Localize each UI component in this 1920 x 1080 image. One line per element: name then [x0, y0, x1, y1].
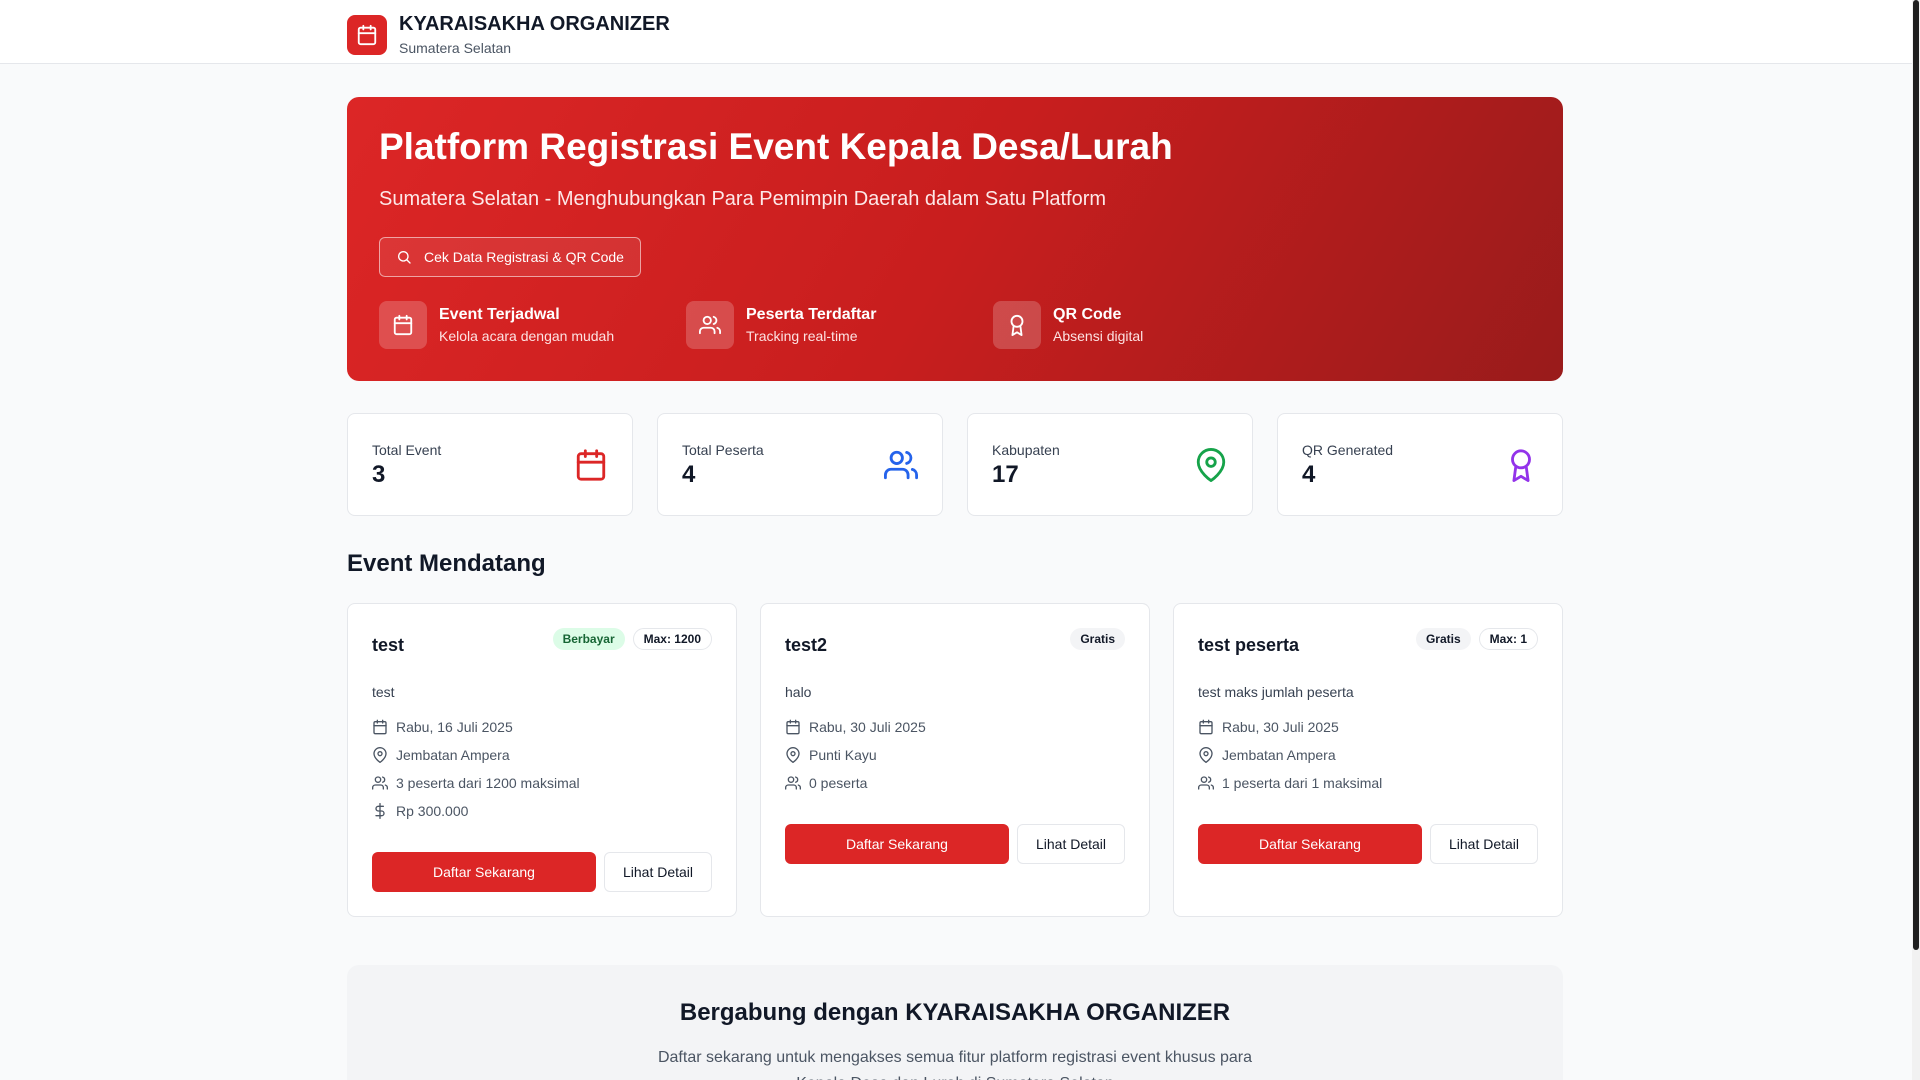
stat-value: 4 — [1302, 461, 1316, 488]
event-title: test2 — [785, 635, 828, 655]
event-participants-text: 1 peserta dari 1 maksimal — [1222, 775, 1383, 791]
event-desc: halo — [785, 684, 812, 700]
join-title: Bergabung dengan KYARAISAKHA ORGANIZER — [679, 999, 1231, 1026]
map-pin-icon — [1199, 747, 1213, 763]
register-button[interactable]: Daftar Sekarang — [372, 852, 596, 892]
register-button[interactable]: Daftar Sekarang — [785, 824, 1009, 864]
event-location-text: Punti Kayu — [809, 747, 877, 763]
event-participants-text: 0 peserta — [809, 775, 868, 791]
stat-kabupaten: Kabupaten 17 — [967, 413, 1253, 516]
page: KYARAISAKHA ORGANIZER Sumatera Selatan P… — [0, 0, 1920, 1080]
event-date-text: Rabu, 30 Juli 2025 — [1222, 719, 1339, 735]
hero-subtitle: Sumatera Selatan - Menghubungkan Para Pe… — [379, 188, 1107, 210]
feature-title: Event Terjadwal — [439, 306, 560, 323]
stat-label: Total Event — [372, 442, 442, 458]
search-icon — [398, 250, 411, 264]
check-registration-button[interactable]: Cek Data Registrasi & QR Code — [379, 237, 641, 277]
event-date: Rabu, 30 Juli 2025 — [1198, 717, 1339, 737]
price-badge: Gratis — [1070, 628, 1125, 650]
map-pin-icon — [373, 747, 387, 763]
event-location: Jembatan Ampera — [1198, 745, 1336, 765]
feature-desc: Tracking real-time — [746, 328, 858, 344]
event-price-text: Rp 300.000 — [396, 803, 469, 819]
users-icon — [372, 776, 388, 790]
award-icon — [993, 301, 1041, 349]
event-participants-text: 3 peserta dari 1200 maksimal — [396, 775, 580, 791]
events-section-title: Event Mendatang — [347, 550, 546, 577]
stat-total-event: Total Event 3 — [347, 413, 633, 516]
join-section: Bergabung dengan KYARAISAKHA ORGANIZER D… — [347, 965, 1563, 1080]
event-price: Rp 300.000 — [372, 801, 468, 821]
feature-desc: Kelola acara dengan mudah — [439, 328, 615, 344]
price-badge: Berbayar — [552, 628, 625, 650]
scrollbar-thumb[interactable] — [1913, 0, 1919, 950]
feature-title: Peserta Terdaftar — [746, 306, 877, 323]
calendar-icon — [576, 449, 606, 481]
feature-peserta-terdaftar: Peserta Terdaftar Tracking real-time — [686, 301, 993, 349]
feature-desc: Absensi digital — [1053, 328, 1144, 344]
event-date: Rabu, 16 Juli 2025 — [372, 717, 513, 737]
brand-subtitle: Sumatera Selatan — [399, 40, 512, 56]
view-detail-button[interactable]: Lihat Detail — [1017, 824, 1125, 864]
event-location: Punti Kayu — [785, 745, 877, 765]
view-detail-button[interactable]: Lihat Detail — [1430, 824, 1538, 864]
event-date-text: Rabu, 30 Juli 2025 — [809, 719, 926, 735]
map-pin-icon — [786, 747, 800, 763]
users-icon — [686, 301, 734, 349]
stat-label: QR Generated — [1302, 442, 1394, 458]
price-badge: Gratis — [1415, 628, 1471, 650]
event-title: test — [372, 635, 405, 655]
users-icon — [1198, 776, 1214, 790]
event-card: test Berbayar Max: 1200 test Rabu, 16 Ju… — [347, 603, 737, 917]
register-button[interactable]: Daftar Sekarang — [1198, 824, 1422, 864]
brand[interactable]: KYARAISAKHA ORGANIZER Sumatera Selatan — [347, 12, 670, 58]
stat-label: Kabupaten — [992, 442, 1060, 458]
map-pin-icon — [1196, 448, 1226, 482]
event-participants: 1 peserta dari 1 maksimal — [1198, 773, 1382, 793]
feature-event-terjadwal: Event Terjadwal Kelola acara dengan muda… — [379, 301, 686, 349]
check-registration-label: Cek Data Registrasi & QR Code — [424, 249, 624, 265]
calendar-icon — [1199, 719, 1213, 735]
event-card: test2 Gratis halo Rabu, 30 Juli 2025 Pun… — [760, 603, 1150, 917]
event-participants: 0 peserta — [785, 773, 867, 793]
event-card: test peserta Gratis Max: 1 test maks jum… — [1173, 603, 1563, 917]
event-participants: 3 peserta dari 1200 maksimal — [372, 773, 580, 793]
stat-total-peserta: Total Peserta 4 — [657, 413, 943, 516]
event-date: Rabu, 30 Juli 2025 — [785, 717, 926, 737]
dollar-icon — [375, 803, 385, 819]
stat-value: 4 — [682, 461, 696, 488]
event-title: test peserta — [1198, 635, 1300, 655]
hero-title: Platform Registrasi Event Kepala Desa/Lu… — [379, 126, 1173, 167]
feature-title: QR Code — [1053, 306, 1122, 323]
event-desc: test — [372, 684, 395, 700]
users-icon — [785, 776, 801, 790]
hero-features: Event Terjadwal Kelola acara dengan muda… — [379, 301, 1300, 349]
event-date-text: Rabu, 16 Juli 2025 — [396, 719, 513, 735]
stat-value: 3 — [372, 461, 386, 488]
hero-banner: Platform Registrasi Event Kepala Desa/Lu… — [347, 97, 1563, 381]
brand-title: KYARAISAKHA ORGANIZER — [399, 13, 670, 35]
event-location-text: Jembatan Ampera — [396, 747, 510, 763]
stat-label: Total Peserta — [682, 442, 764, 458]
feature-qr-code: QR Code Absensi digital — [993, 301, 1300, 349]
calendar-icon — [786, 719, 800, 735]
users-icon — [884, 450, 918, 480]
max-badge: Max: 1 — [1478, 628, 1538, 650]
award-icon — [1511, 449, 1531, 482]
event-location: Jembatan Ampera — [372, 745, 510, 765]
max-badge: Max: 1200 — [632, 628, 712, 650]
event-location-text: Jembatan Ampera — [1222, 747, 1336, 763]
stat-qr-generated: QR Generated 4 — [1277, 413, 1563, 516]
calendar-icon — [373, 719, 387, 735]
top-header: KYARAISAKHA ORGANIZER Sumatera Selatan — [0, 0, 1912, 64]
stat-value: 17 — [992, 461, 1019, 488]
event-desc: test maks jumlah peserta — [1198, 684, 1354, 700]
calendar-icon — [347, 15, 387, 55]
join-desc: Daftar sekarang untuk mengakses semua fi… — [657, 1049, 1253, 1080]
view-detail-button[interactable]: Lihat Detail — [604, 852, 712, 892]
calendar-icon — [379, 301, 427, 349]
